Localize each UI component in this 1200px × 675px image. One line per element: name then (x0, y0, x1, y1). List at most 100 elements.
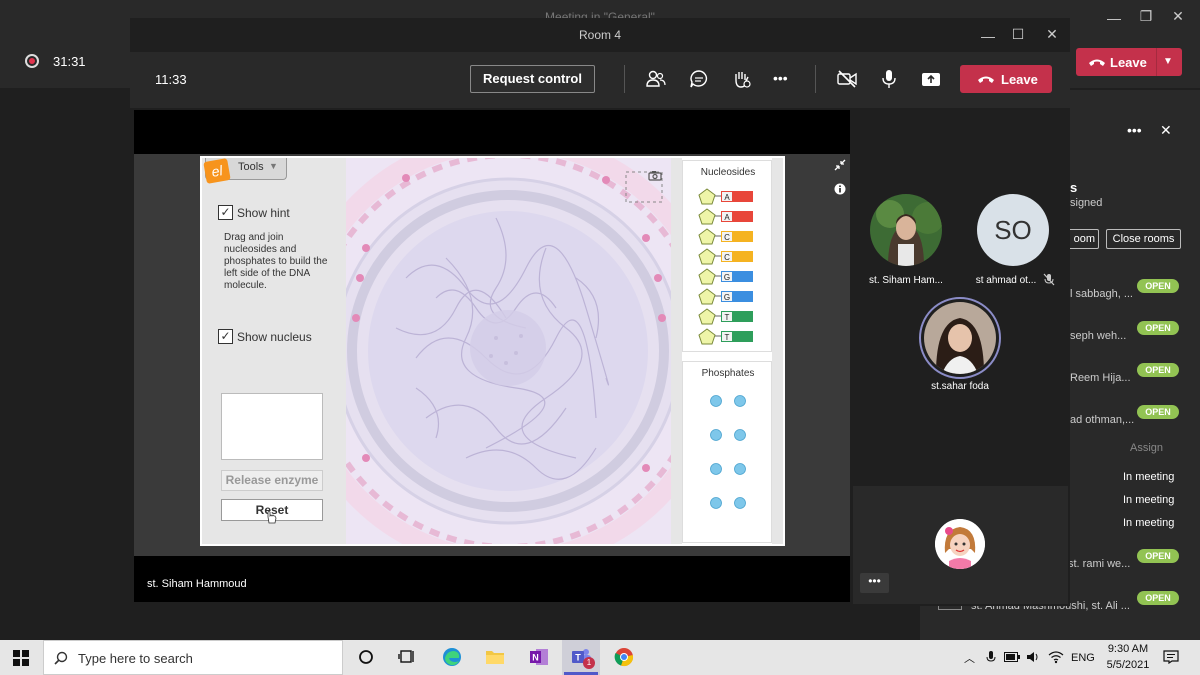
teams-notification-badge: 1 (583, 657, 595, 669)
search-placeholder: Type here to search (78, 651, 193, 666)
nucleoside-item[interactable]: T (698, 328, 753, 345)
participant-initials-avatar: SO (977, 194, 1049, 266)
room-button[interactable]: oom (1066, 229, 1099, 249)
panel-close-icon[interactable]: ✕ (1160, 122, 1172, 139)
nucleosides-panel: Nucleosides A A C C G G T T (682, 160, 772, 352)
background-leave-label: Leave (1110, 55, 1147, 70)
gallery-more-button[interactable]: ••• (860, 573, 889, 593)
clock-time[interactable]: 9:30 AM (1107, 643, 1149, 655)
raise-hand-icon[interactable] (730, 68, 752, 90)
restore-icon[interactable]: ❐ (1136, 8, 1156, 25)
info-icon[interactable] (834, 183, 846, 195)
room-name[interactable]: seph weh... (1070, 330, 1126, 342)
minimize-icon[interactable]: — (978, 28, 998, 44)
participant-name: st. Siham Ham... (869, 275, 943, 286)
phosphate-item[interactable] (710, 395, 722, 407)
phosphate-item[interactable] (710, 497, 722, 509)
phosphate-item[interactable] (710, 463, 722, 475)
notifications-icon[interactable] (1163, 650, 1179, 664)
phosphate-item[interactable] (734, 463, 746, 475)
volume-icon[interactable] (1026, 650, 1040, 664)
base-letter: A (724, 213, 730, 222)
nucleoside-item[interactable]: A (698, 188, 753, 205)
more-actions-icon[interactable]: ••• (773, 70, 788, 86)
file-explorer-icon[interactable] (484, 646, 506, 668)
sugar-shape (698, 248, 716, 265)
open-badge: OPEN (1137, 549, 1179, 563)
microphone-icon[interactable] (878, 68, 900, 90)
chevron-down-icon[interactable]: ▼ (1163, 56, 1173, 67)
more-options-icon[interactable]: ••• (1127, 122, 1142, 138)
panel-heading: s (1070, 180, 1078, 195)
room-name[interactable]: ad othman,... (1070, 414, 1134, 426)
nucleosides-title: Nucleosides (700, 167, 756, 178)
participant-name: st ahmad ot... (975, 275, 1037, 286)
onenote-icon[interactable]: N (528, 646, 550, 668)
nucleoside-item[interactable]: T (698, 308, 753, 325)
room-title-bar: Room 4 — ☐ ✕ (130, 18, 1070, 52)
wifi-icon[interactable] (1048, 650, 1064, 664)
svg-text:N: N (532, 653, 539, 663)
release-enzyme-button[interactable]: Release enzyme (221, 470, 323, 491)
battery-icon[interactable] (1004, 652, 1020, 662)
show-hint-checkbox[interactable]: ✓ (218, 205, 233, 220)
molecule-preview-box (221, 393, 323, 460)
task-view-icon[interactable] (397, 646, 419, 668)
sugar-shape (698, 208, 716, 225)
nucleoside-item[interactable]: A (698, 208, 753, 225)
base-letter: C (724, 233, 730, 242)
cortana-icon[interactable] (355, 646, 377, 668)
base-letter: T (725, 313, 730, 322)
chat-icon[interactable] (688, 68, 710, 90)
assign-label[interactable]: Assign (1130, 442, 1163, 454)
base-letter: G (724, 273, 730, 282)
minimize-icon[interactable]: — (1104, 10, 1124, 26)
leave-divider (1156, 48, 1157, 76)
tray-chevron-up-icon[interactable]: ︿ (964, 650, 975, 666)
tray-microphone-icon[interactable] (986, 650, 996, 664)
base-letter: G (724, 293, 730, 302)
phosphate-item[interactable] (734, 497, 746, 509)
leave-button[interactable]: Leave (960, 65, 1052, 93)
camera-off-icon[interactable] (836, 68, 858, 90)
chevron-down-icon: ▼ (269, 161, 278, 171)
nucleosides-list: A A C C G G T T (698, 188, 753, 345)
windows-start-icon[interactable] (13, 650, 29, 666)
phosphate-item[interactable] (710, 429, 722, 441)
tools-label: Tools (238, 161, 264, 173)
show-nucleus-label: Show nucleus (237, 330, 312, 344)
close-rooms-button[interactable]: Close rooms (1106, 229, 1181, 249)
request-control-button[interactable]: Request control (470, 65, 595, 93)
nucleoside-item[interactable]: C (698, 248, 753, 265)
room-name[interactable]: l sabbagh, ... (1070, 288, 1133, 300)
phosphate-item[interactable] (734, 429, 746, 441)
room-name[interactable]: Reem Hija... (1070, 372, 1131, 384)
show-nucleus-checkbox[interactable]: ✓ (218, 329, 233, 344)
room-name[interactable]: st. rami we... (1068, 558, 1130, 570)
collapse-icon[interactable] (834, 159, 846, 171)
close-icon[interactable]: ✕ (1168, 8, 1188, 25)
taskbar-search[interactable]: Type here to search (43, 640, 343, 675)
nucleoside-item[interactable]: G (698, 268, 753, 285)
room-window-title: Room 4 (578, 28, 622, 42)
language-indicator[interactable]: ENG (1071, 652, 1095, 664)
share-screen-icon[interactable] (920, 68, 942, 90)
background-leave-button[interactable]: Leave ▼ (1076, 48, 1182, 76)
clock-date[interactable]: 5/5/2021 (1105, 659, 1151, 671)
maximize-icon[interactable]: ☐ (1008, 26, 1028, 43)
chrome-icon[interactable] (613, 646, 635, 668)
participant-name: st.sahar foda (931, 381, 989, 392)
participants-icon[interactable] (645, 68, 667, 90)
phosphate-item[interactable] (734, 395, 746, 407)
recording-icon (25, 54, 39, 68)
in-meeting-status: In meeting (1123, 494, 1175, 506)
nucleoside-item[interactable]: G (698, 288, 753, 305)
open-badge: OPEN (1137, 363, 1179, 377)
hangup-icon (1089, 59, 1105, 66)
toolbar-divider (815, 65, 816, 93)
nucleoside-item[interactable]: C (698, 228, 753, 245)
camera-icon[interactable] (648, 170, 662, 181)
edge-icon[interactable] (441, 646, 463, 668)
sugar-shape (698, 228, 716, 245)
close-icon[interactable]: ✕ (1042, 26, 1062, 43)
